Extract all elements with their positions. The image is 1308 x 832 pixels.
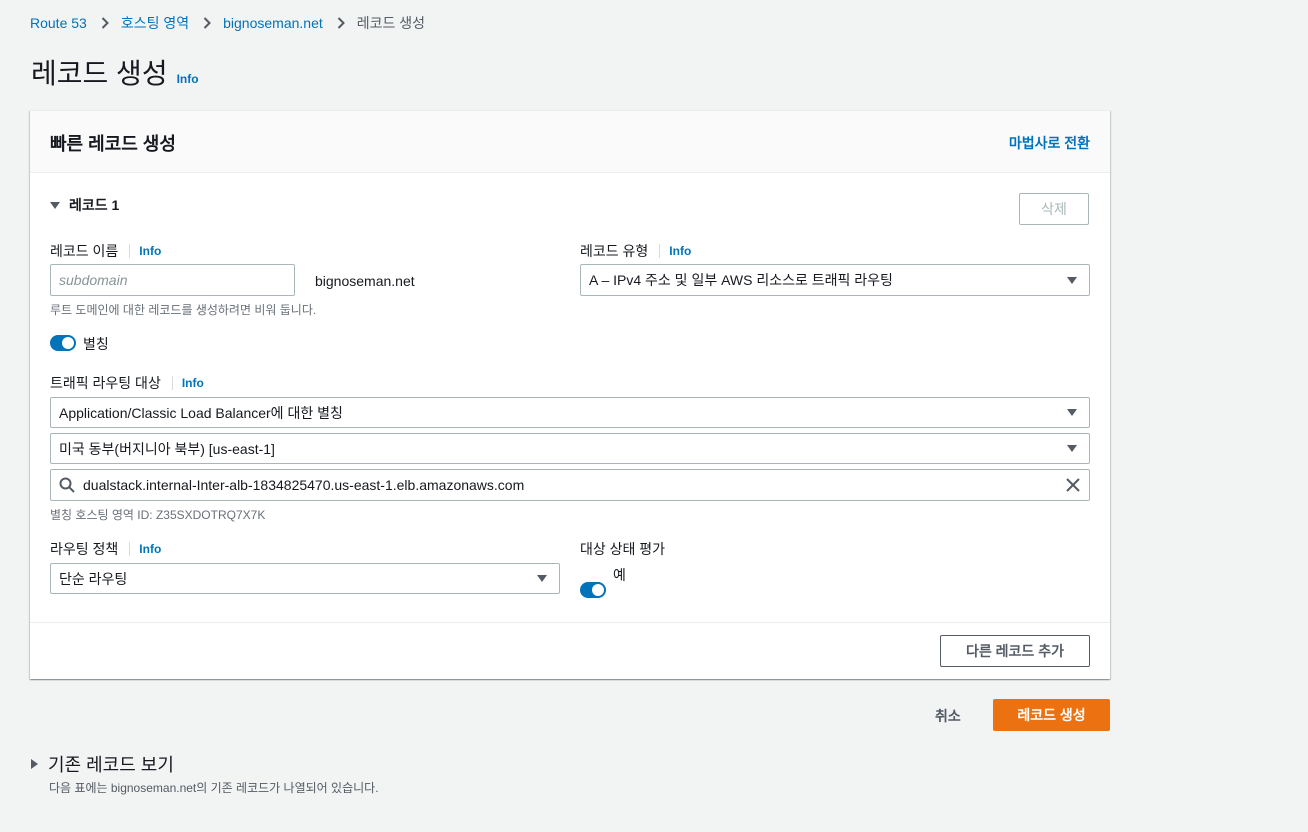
load-balancer-value: dualstack.internal-Inter-alb-1834825470.… [83, 477, 525, 493]
routing-policy-label-row: 라우팅 정책 Info [50, 539, 161, 559]
add-record-button[interactable]: 다른 레코드 추가 [940, 635, 1090, 667]
routing-policy-label: 라우팅 정책 [50, 541, 119, 557]
record-name-input[interactable] [50, 264, 295, 296]
caret-down-icon [50, 201, 60, 209]
record-name-label-row: 레코드 이름 Info [50, 241, 161, 261]
delete-button[interactable]: 삭제 [1019, 193, 1089, 225]
divider [129, 542, 131, 556]
quick-create-panel: 빠른 레코드 생성 마법사로 전환 레코드 1 삭제 레코드 이름 Info b… [30, 110, 1110, 679]
record-type-info-link[interactable]: Info [669, 244, 691, 258]
divider [129, 244, 131, 258]
divider [659, 244, 661, 258]
region-value: 미국 동부(버지니아 북부) [us-east-1] [59, 440, 275, 457]
switch-to-wizard-link[interactable]: 마법사로 전환 [1009, 133, 1090, 153]
existing-records-expander[interactable]: 기존 레코드 보기 [31, 751, 174, 777]
caret-down-icon [1067, 276, 1077, 284]
endpoint-value: Application/Classic Load Balancer에 대한 별칭 [59, 404, 343, 421]
record-type-label: 레코드 유형 [580, 243, 649, 259]
record-name-label: 레코드 이름 [50, 243, 119, 259]
existing-records-description: 다음 표에는 bignoseman.net의 기존 레코드가 나열되어 있습니다… [49, 781, 379, 795]
panel-divider [30, 622, 1110, 623]
breadcrumb-zone[interactable]: bignoseman.net [223, 15, 323, 31]
routing-policy-info-link[interactable]: Info [139, 542, 161, 556]
chevron-right-icon [203, 17, 212, 29]
page-title: 레코드 생성 Info [31, 52, 199, 92]
breadcrumb: Route 53 호스팅 영역 bignoseman.net 레코드 생성 [30, 14, 425, 32]
page-info-link[interactable]: Info [177, 72, 199, 86]
record-name-hint: 루트 도메인에 대한 레코드를 생성하려면 비워 둡니다. [50, 303, 317, 317]
record-name-info-link[interactable]: Info [139, 244, 161, 258]
record-name-suffix: bignoseman.net [315, 273, 415, 289]
alias-zone-id-hint: 별칭 호스팅 영역 ID: Z35SXDOTRQ7X7K [50, 508, 266, 522]
region-select[interactable]: 미국 동부(버지니아 북부) [us-east-1] [50, 433, 1090, 464]
breadcrumb-current: 레코드 생성 [356, 15, 426, 31]
chevron-right-icon [337, 17, 345, 29]
create-records-button[interactable]: 레코드 생성 [993, 699, 1110, 731]
record-type-value: A – IPv4 주소 및 일부 AWS 리소스로 트래픽 라우팅 [589, 272, 893, 288]
page-title-text: 레코드 생성 [31, 58, 168, 89]
caret-down-icon [537, 575, 547, 582]
caret-right-icon [31, 759, 38, 769]
breadcrumb-hosted-zones[interactable]: 호스팅 영역 [121, 13, 189, 33]
breadcrumb-route53[interactable]: Route 53 [30, 15, 87, 31]
record-type-label-row: 레코드 유형 Info [580, 241, 691, 261]
panel-title: 빠른 레코드 생성 [50, 134, 176, 154]
traffic-target-label: 트래픽 라우팅 대상 [50, 375, 161, 391]
search-icon [59, 477, 75, 493]
traffic-target-label-row: 트래픽 라우팅 대상 Info [50, 373, 204, 393]
existing-records-title: 기존 레코드 보기 [48, 755, 174, 775]
chevron-right-icon [101, 17, 109, 29]
cancel-button[interactable]: 취소 [935, 706, 961, 726]
load-balancer-search[interactable]: dualstack.internal-Inter-alb-1834825470.… [50, 469, 1090, 501]
caret-down-icon [1067, 445, 1077, 452]
health-eval-toggle[interactable] [580, 582, 606, 598]
panel-header: 빠른 레코드 생성 마법사로 전환 [30, 111, 1110, 173]
alias-toggle[interactable] [50, 335, 76, 351]
health-eval-label: 대상 상태 평가 [580, 541, 666, 557]
caret-down-icon [1067, 409, 1077, 416]
record-type-select[interactable]: A – IPv4 주소 및 일부 AWS 리소스로 트래픽 라우팅 [580, 264, 1090, 296]
divider [171, 376, 173, 390]
alias-label: 별칭 [83, 336, 109, 352]
toggle-knob [62, 337, 74, 349]
health-eval-toggle-label: 예 [613, 567, 626, 583]
traffic-target-info-link[interactable]: Info [182, 376, 204, 390]
endpoint-select[interactable]: Application/Classic Load Balancer에 대한 별칭 [50, 397, 1090, 428]
toggle-knob [592, 584, 604, 596]
clear-icon[interactable] [1066, 478, 1080, 492]
record-1-expander[interactable]: 레코드 1 [50, 195, 119, 215]
record-1-title: 레코드 1 [69, 197, 120, 213]
routing-policy-select[interactable]: 단순 라우팅 [50, 563, 560, 594]
routing-policy-value: 단순 라우팅 [59, 570, 128, 587]
